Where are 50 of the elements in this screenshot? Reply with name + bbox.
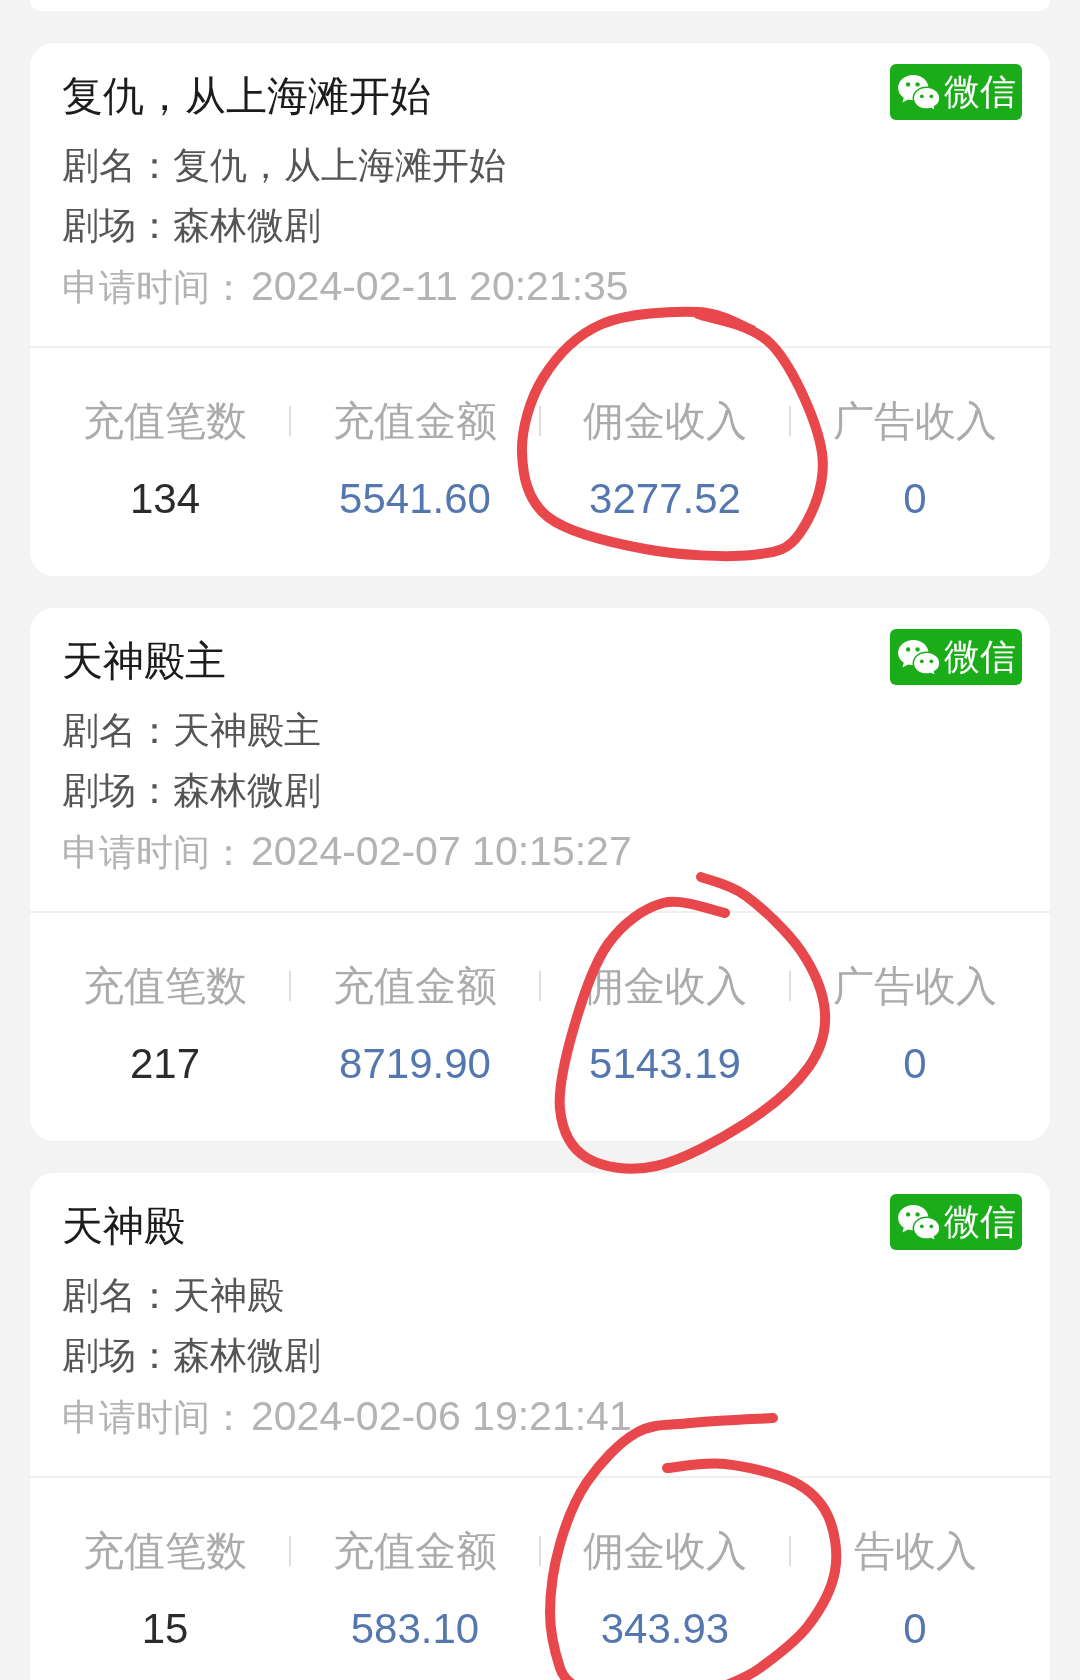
stat-label: 佣金收入: [583, 1527, 747, 1575]
field-label: 剧场：: [62, 204, 173, 248]
field-value: 天神殿: [173, 1274, 284, 1318]
field-label: 剧名：: [62, 709, 173, 753]
field-label: 剧场：: [62, 769, 173, 813]
stat-value: 217: [129, 1040, 201, 1088]
stat-value: 583.10: [350, 1605, 480, 1653]
stat-label: 充值金额: [333, 962, 497, 1010]
field-value: 复仇，从上海滩开始: [173, 144, 506, 188]
stat-label: 广告收入: [833, 397, 997, 445]
stat-label: 充值笔数: [83, 962, 247, 1010]
field-label: 申请时间：: [62, 266, 247, 310]
stat-value: 5143.19: [589, 1040, 741, 1088]
field-value: 2024-02-11 20:21:35: [251, 262, 629, 311]
field-label: 申请时间：: [62, 1396, 247, 1440]
field-value: 天神殿主: [173, 709, 321, 753]
chat-bubbles-icon: [896, 638, 942, 676]
stat-label: 广告收入: [833, 962, 997, 1010]
platform-name: 微信: [944, 1202, 1016, 1242]
field-value: 2024-02-06 19:21:41: [251, 1392, 632, 1441]
field-label: 申请时间：: [62, 831, 247, 875]
field-value: 森林微剧: [173, 204, 321, 248]
field-value: 森林微剧: [173, 1334, 321, 1378]
field-value: 森林微剧: [173, 769, 321, 813]
stat-label: 佣金收入: [583, 397, 747, 445]
stat-value: 0: [903, 1605, 927, 1653]
drama-title: 天神殿主: [62, 637, 226, 686]
drama-title: 复仇，从上海滩开始: [62, 72, 431, 121]
platform-name: 微信: [944, 637, 1016, 677]
drama-title: 天神殿: [62, 1202, 185, 1251]
stat-label: 充值笔数: [83, 397, 247, 445]
stat-label: 充值笔数: [83, 1527, 247, 1575]
field-label: 剧名：: [62, 144, 173, 188]
chat-bubbles-icon: [896, 73, 942, 111]
stat-value: 8719.90: [339, 1040, 491, 1088]
stat-value: 5541.60: [339, 475, 491, 523]
stat-value: 15: [141, 1605, 189, 1653]
field-label: 剧场：: [62, 1334, 173, 1378]
stat-value: 134: [129, 475, 201, 523]
stat-label: 充值金额: [333, 1527, 497, 1575]
stat-value: 0: [903, 1040, 927, 1088]
stat-value: 3277.52: [589, 475, 741, 523]
stat-label: 充值金额: [333, 397, 497, 445]
stat-value: 0: [903, 475, 927, 523]
stat-label: 告收入: [853, 1527, 977, 1575]
field-value: 2024-02-07 10:15:27: [251, 827, 632, 876]
chat-bubbles-icon: [896, 1203, 942, 1241]
field-label: 剧名：: [62, 1274, 173, 1318]
stat-value: 343.93: [600, 1605, 730, 1653]
platform-name: 微信: [944, 72, 1016, 112]
